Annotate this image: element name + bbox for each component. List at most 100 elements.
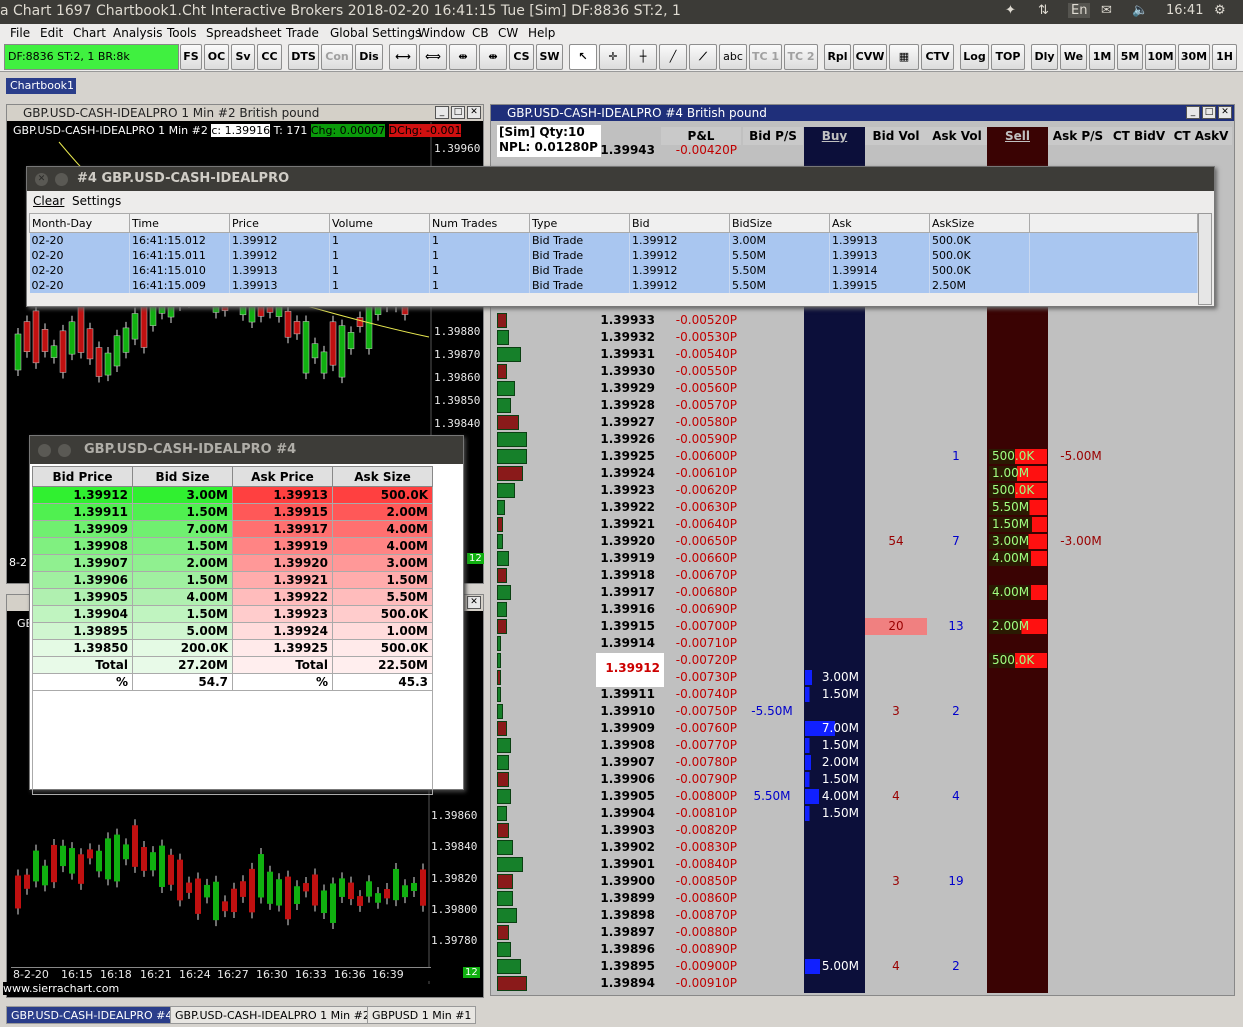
rpl-button[interactable]: Rpl bbox=[824, 44, 851, 70]
dom-row[interactable]: 1.39910 -0.00750P -5.50M 3 2 bbox=[491, 703, 1236, 720]
cvw-button[interactable]: CVW bbox=[853, 44, 887, 70]
menu-tools[interactable]: Tools bbox=[167, 26, 197, 40]
depth-row[interactable]: 1.39906 1.50M 1.39921 1.50M bbox=[32, 571, 433, 589]
ts-row[interactable]: 02-20 16:41:15.009 1.39913 1 1 Bid Trade 1.399… bbox=[29, 277, 1198, 293]
ctv-button[interactable]: CTV bbox=[921, 44, 954, 70]
ts-column-header[interactable]: Month-Day bbox=[29, 213, 130, 233]
ts-column-header[interactable]: Price bbox=[229, 213, 330, 233]
dom-row[interactable]: 1.39901 -0.00840P bbox=[491, 856, 1236, 873]
dom-row[interactable]: 1.39929 -0.00560P bbox=[491, 380, 1236, 397]
depth-row[interactable]: 1.39850 200.0K 1.39925 500.0K bbox=[32, 639, 433, 657]
close-icon[interactable]: ✕ bbox=[467, 596, 481, 609]
close-icon[interactable] bbox=[38, 444, 51, 457]
dom-row[interactable]: 1.39932 -0.00530P bbox=[491, 329, 1236, 346]
menu-spreadsheet[interactable]: Spreadsheet bbox=[206, 26, 282, 40]
tab-chart-1[interactable]: GBPUSD 1 Min #1 bbox=[367, 1006, 477, 1024]
dom-row[interactable]: 1.39924 -0.00610P 1.00M bbox=[491, 465, 1236, 482]
ts-scrollbar[interactable] bbox=[1198, 213, 1212, 305]
menu-settings[interactable]: Settings bbox=[72, 194, 121, 208]
dom-row[interactable]: 1.39916 -0.00690P bbox=[491, 601, 1236, 618]
dom-row[interactable]: 1.39930 -0.00550P bbox=[491, 363, 1236, 380]
dom-row[interactable]: 1.39908 -0.00770P 1.50M bbox=[491, 737, 1236, 754]
scale-in-icon[interactable]: ⇹ bbox=[449, 44, 477, 70]
dom-row[interactable]: 1.39900 -0.00850P 3 19 bbox=[491, 873, 1236, 890]
ray-tool-icon[interactable]: ⟋ bbox=[689, 44, 717, 70]
ts-column-header[interactable]: AskSize bbox=[929, 213, 1030, 233]
dom-row[interactable]: 1.39927 -0.00580P bbox=[491, 414, 1236, 431]
text-tool-button[interactable]: abc bbox=[719, 44, 747, 70]
dom-window-title[interactable]: GBP.USD-CASH-IDEALPRO #4 British pound bbox=[491, 105, 1234, 121]
minimize-icon[interactable] bbox=[55, 173, 68, 186]
language-indicator[interactable]: En bbox=[1068, 3, 1091, 18]
dom-row[interactable]: 1.39925 -0.00600P 1 500.0K -5.00M bbox=[491, 448, 1236, 465]
pointer-icon[interactable]: ↖ bbox=[569, 44, 597, 70]
30m-button[interactable]: 30M bbox=[1178, 44, 1210, 70]
dom-row[interactable]: 1.39898 -0.00870P bbox=[491, 907, 1236, 924]
width-decrease-icon[interactable]: ⟷ bbox=[389, 44, 417, 70]
dom-row[interactable]: 1.39894 -0.00910P bbox=[491, 975, 1236, 992]
menu-help[interactable]: Help bbox=[528, 26, 555, 40]
menu-analysis[interactable]: Analysis bbox=[113, 26, 162, 40]
dis-button[interactable]: Dis bbox=[355, 44, 383, 70]
close-icon[interactable]: ✕ bbox=[467, 106, 481, 119]
10m-button[interactable]: 10M bbox=[1145, 44, 1176, 70]
tab-dom[interactable]: GBP.USD-CASH-IDEALPRO #4 bbox=[6, 1006, 178, 1024]
cs-button[interactable]: CS bbox=[509, 44, 534, 70]
cc-button[interactable]: CC bbox=[257, 44, 282, 70]
daily-button[interactable]: Dly bbox=[1031, 44, 1058, 70]
width-increase-icon[interactable]: ⟺ bbox=[419, 44, 447, 70]
menu-file[interactable]: File bbox=[10, 26, 30, 40]
menu-chart[interactable]: Chart bbox=[73, 26, 106, 40]
minimize-icon[interactable] bbox=[58, 444, 71, 457]
ts-column-header[interactable]: Ask bbox=[829, 213, 930, 233]
ts-title[interactable]: #4 GBP.USD-CASH-IDEALPRO bbox=[27, 167, 1214, 191]
dom-row[interactable]: 1.39921 -0.00640P 1.50M bbox=[491, 516, 1236, 533]
dom-row[interactable]: 1.39895 -0.00900P 5.00M 4 2 bbox=[491, 958, 1236, 975]
cursor-icon[interactable]: ┼ bbox=[629, 44, 657, 70]
menu-cw[interactable]: CW bbox=[498, 26, 518, 40]
dropbox-icon[interactable]: ✦ bbox=[1005, 3, 1016, 18]
menu-clear[interactable]: Clear bbox=[33, 194, 64, 208]
depth-row[interactable]: 1.39912 3.00M 1.39913 500.0K bbox=[32, 486, 433, 504]
tab-chart-2[interactable]: GBP.USD-CASH-IDEALPRO 1 Min #2 bbox=[170, 1006, 375, 1024]
depth-row[interactable]: 1.39905 4.00M 1.39922 5.50M bbox=[32, 588, 433, 606]
menu-cb[interactable]: CB bbox=[472, 26, 489, 40]
dom-row[interactable]: 1.39903 -0.00820P bbox=[491, 822, 1236, 839]
weekly-button[interactable]: We bbox=[1060, 44, 1087, 70]
menu-edit[interactable]: Edit bbox=[40, 26, 63, 40]
ts-row[interactable]: 02-20 16:41:15.012 1.39912 1 1 Bid Trade 1.399… bbox=[29, 232, 1198, 248]
ts-row[interactable]: 02-20 16:41:15.010 1.39913 1 1 Bid Trade 1.399… bbox=[29, 262, 1198, 278]
dom-row[interactable]: 1.39896 -0.00890P bbox=[491, 941, 1236, 958]
ts-column-header[interactable]: Volume bbox=[329, 213, 430, 233]
crosshair-icon[interactable]: ✛ bbox=[599, 44, 627, 70]
1h-button[interactable]: 1H bbox=[1212, 44, 1237, 70]
dom-row[interactable]: 1.39904 -0.00810P 1.50M bbox=[491, 805, 1236, 822]
dom-row[interactable]: 1.39909 -0.00760P 7.00M bbox=[491, 720, 1236, 737]
1m-button[interactable]: 1M bbox=[1089, 44, 1115, 70]
chart-window-2-title[interactable]: GBP.USD-CASH-IDEALPRO 1 Min #2 British p… bbox=[7, 105, 483, 121]
table-icon[interactable]: ▦ bbox=[889, 44, 919, 70]
dom-row[interactable]: 1.39906 -0.00790P 1.50M bbox=[491, 771, 1236, 788]
con-button[interactable]: Con bbox=[321, 44, 353, 70]
dom-row[interactable]: 1.39931 -0.00540P bbox=[491, 346, 1236, 363]
tc2-button[interactable]: TC 2 bbox=[784, 44, 818, 70]
volume-icon[interactable]: 🔈 bbox=[1132, 3, 1148, 18]
dom-row[interactable]: 1.39920 -0.00650P 54 7 3.00M -3.00M bbox=[491, 533, 1236, 550]
minimize-icon[interactable]: _ bbox=[435, 106, 449, 119]
sw-button[interactable]: SW bbox=[536, 44, 563, 70]
clock[interactable]: 16:41 bbox=[1166, 3, 1203, 18]
menu-trade[interactable]: Trade bbox=[286, 26, 319, 40]
dom-row[interactable]: 1.39915 -0.00700P 20 13 2.00M bbox=[491, 618, 1236, 635]
dom-row[interactable]: 1.39918 -0.00670P bbox=[491, 567, 1236, 584]
dom-row[interactable]: 1.39919 -0.00660P 4.00M bbox=[491, 550, 1236, 567]
log-button[interactable]: Log bbox=[960, 44, 989, 70]
dom-row[interactable]: 1.39917 -0.00680P 4.00M bbox=[491, 584, 1236, 601]
close-icon[interactable]: ✕ bbox=[35, 173, 48, 186]
depth-row[interactable]: 1.39904 1.50M 1.39923 500.0K bbox=[32, 605, 433, 623]
depth-row[interactable]: 1.39908 1.50M 1.39919 4.00M bbox=[32, 537, 433, 555]
depth-row[interactable]: 1.39907 2.00M 1.39920 3.00M bbox=[32, 554, 433, 572]
ts-row[interactable]: 02-20 16:41:15.011 1.39912 1 1 Bid Trade 1.399… bbox=[29, 247, 1198, 263]
dom-row[interactable]: 1.39902 -0.00830P bbox=[491, 839, 1236, 856]
depth-title[interactable]: GBP.USD-CASH-IDEALPRO #4 bbox=[30, 436, 463, 464]
depth-row[interactable]: 1.39909 7.00M 1.39917 4.00M bbox=[32, 520, 433, 538]
